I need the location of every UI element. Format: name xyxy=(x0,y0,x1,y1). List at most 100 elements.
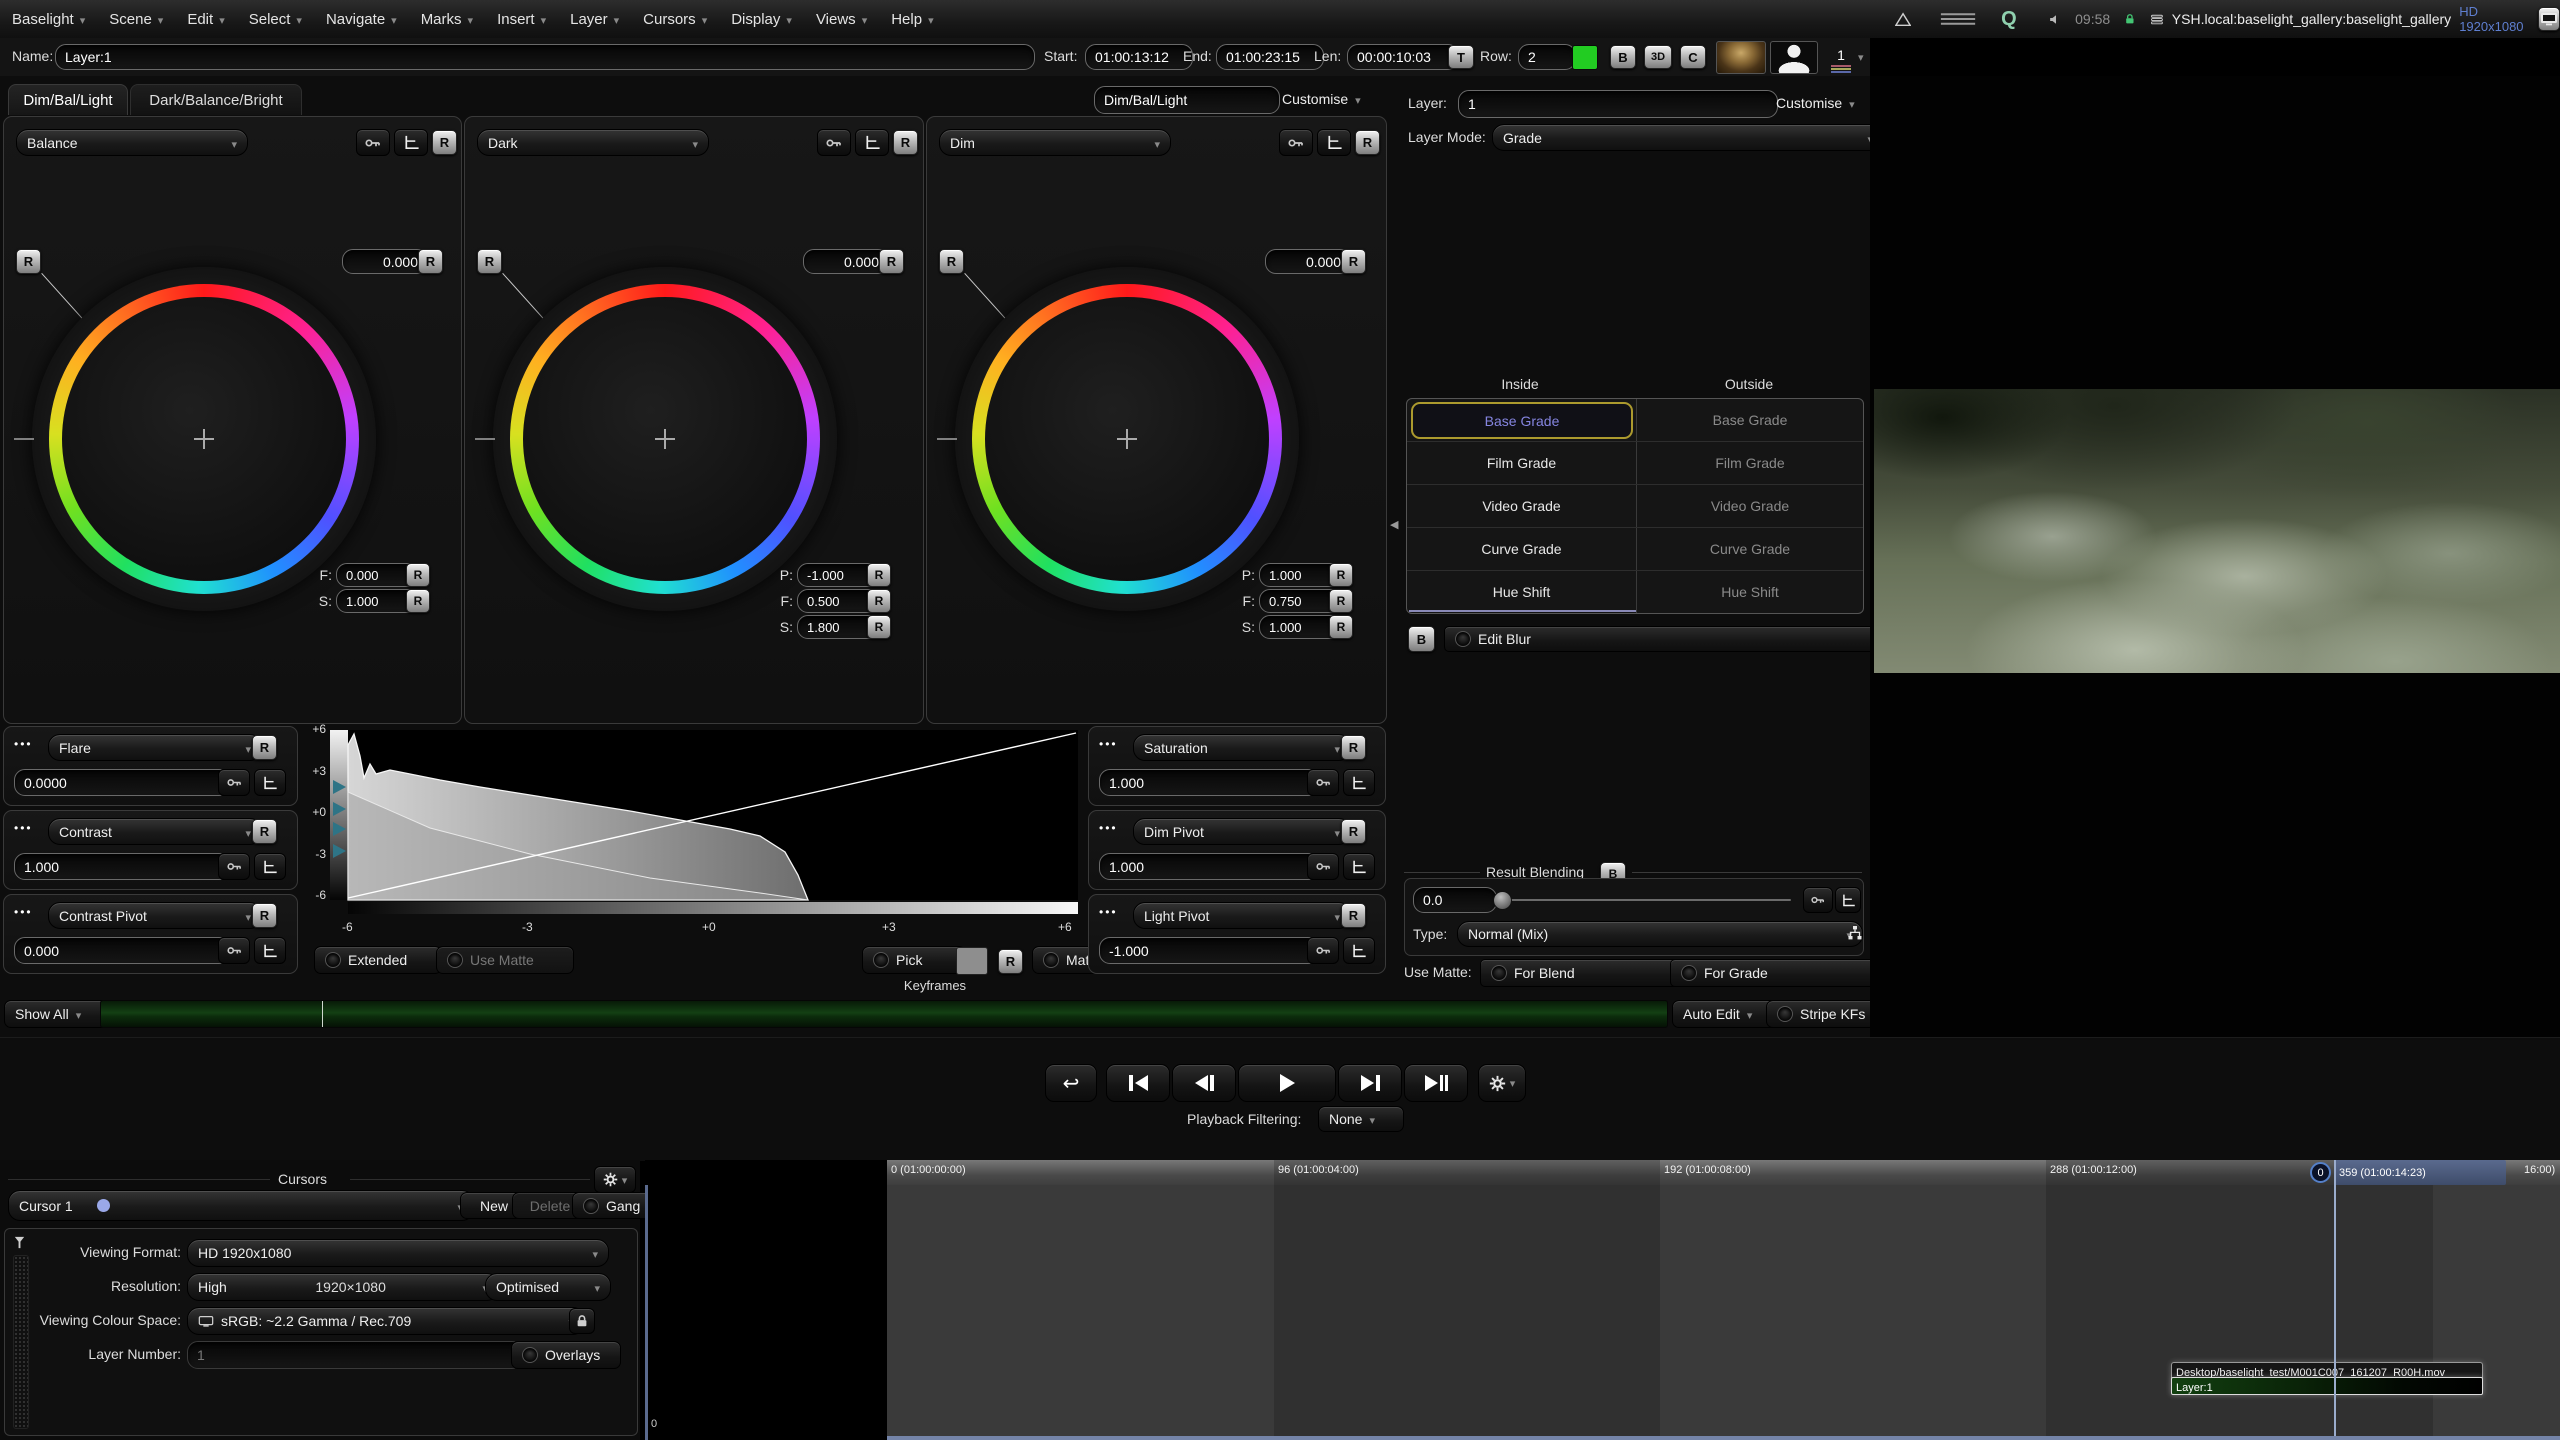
cache-button[interactable]: C xyxy=(1680,45,1706,69)
tab-dark-balance-bright[interactable]: Dark/Balance/Bright xyxy=(130,84,302,115)
key-button[interactable] xyxy=(1307,937,1339,964)
keyframes-playhead[interactable] xyxy=(322,1001,323,1027)
menu-edit[interactable]: Edit xyxy=(175,11,236,28)
reset-button[interactable]: R xyxy=(1341,735,1366,760)
speaker-icon[interactable] xyxy=(2049,12,2061,27)
reset-button[interactable]: R xyxy=(1341,903,1366,928)
grade-outside-hue[interactable]: Hue Shift xyxy=(1637,571,1863,612)
wheel-mode-select[interactable]: Dark xyxy=(477,129,709,156)
param-reset[interactable]: R xyxy=(406,563,430,587)
key-button[interactable] xyxy=(1307,769,1339,796)
clip-layer-bar[interactable]: Layer:1 xyxy=(2171,1377,2483,1395)
gallery-thumb[interactable] xyxy=(1716,41,1766,74)
row-input[interactable]: 2 xyxy=(1518,44,1576,70)
overlays-toggle[interactable]: Overlays xyxy=(511,1341,621,1369)
param-reset[interactable]: R xyxy=(406,589,430,613)
optimised-select[interactable]: Optimised xyxy=(485,1273,611,1301)
prev-frame-button[interactable] xyxy=(1172,1064,1236,1102)
param-value-field[interactable]: 1.000 xyxy=(1099,853,1319,880)
key-button[interactable] xyxy=(356,129,390,156)
strength-dots[interactable]: ••• xyxy=(1099,821,1118,835)
grade-outside-video[interactable]: Video Grade xyxy=(1637,485,1863,527)
reset-button[interactable]: R xyxy=(1355,130,1380,155)
tab-dim-bal-light[interactable]: Dim/Bal/Light xyxy=(8,84,128,115)
panel-collapse-arrow[interactable]: ◀ xyxy=(1390,518,1398,531)
param-select[interactable]: Light Pivot xyxy=(1133,902,1351,929)
menu-baselight[interactable]: Baselight xyxy=(0,11,97,28)
len-input[interactable]: 00:00:10:03 xyxy=(1347,44,1459,70)
pick-reset-button[interactable]: R xyxy=(998,949,1023,974)
param-reset[interactable]: R xyxy=(867,589,891,613)
curve-button[interactable] xyxy=(855,129,889,156)
grade-inside-curve[interactable]: Curve Grade xyxy=(1407,528,1636,570)
grade-inside-hue[interactable]: Hue Shift xyxy=(1407,571,1636,612)
blend-value-field[interactable]: 0.0 xyxy=(1413,887,1497,913)
viewing-format-select[interactable]: HD 1920x1080 xyxy=(187,1239,609,1267)
reset-button[interactable]: R xyxy=(252,735,277,760)
wheel-reset-button[interactable]: R xyxy=(16,249,41,274)
layer-number-field[interactable]: 1 xyxy=(1458,90,1778,118)
curve-button[interactable] xyxy=(254,769,286,796)
key-button[interactable] xyxy=(218,769,250,796)
blur-button[interactable]: B xyxy=(1610,45,1636,69)
wheel-mode-select[interactable]: Balance xyxy=(16,129,248,156)
menu-select[interactable]: Select xyxy=(237,11,314,28)
timeline-vscroll[interactable] xyxy=(645,1185,648,1440)
pick-color-swatch[interactable] xyxy=(956,947,988,975)
stripe-kfs-toggle[interactable]: Stripe KFs xyxy=(1766,1000,1886,1028)
grade-outside-film[interactable]: Film Grade xyxy=(1637,442,1863,484)
monitor-button[interactable] xyxy=(2538,7,2560,31)
curve-button[interactable] xyxy=(254,853,286,880)
pick-toggle[interactable]: Pick xyxy=(862,946,966,974)
pin-icon[interactable] xyxy=(12,1235,27,1250)
play-button[interactable] xyxy=(1238,1064,1336,1102)
menu-marks[interactable]: Marks xyxy=(409,11,485,28)
stereo-button[interactable]: 3D xyxy=(1644,45,1672,69)
blend-type-select[interactable]: Normal (Mix) xyxy=(1457,921,1863,947)
next-frame-button[interactable] xyxy=(1338,1064,1402,1102)
reset-button[interactable]: R xyxy=(1341,819,1366,844)
cursor-badge[interactable]: 0 xyxy=(2310,1162,2331,1183)
edit-blur-toggle[interactable]: Edit Blur xyxy=(1444,626,1882,652)
param-value-field[interactable]: 0.000 xyxy=(14,937,230,964)
wheel-value-field[interactable]: 0.000 xyxy=(342,249,428,274)
layer-badge-chevron[interactable] xyxy=(1858,48,1864,66)
strength-dots[interactable]: ••• xyxy=(14,737,33,751)
resolution-select[interactable]: High1920×1080 xyxy=(187,1273,499,1301)
reset-button[interactable]: R xyxy=(252,819,277,844)
menu-help[interactable]: Help xyxy=(879,11,945,28)
goto-start-button[interactable] xyxy=(1106,1064,1170,1102)
strip-customise-button[interactable]: Customise xyxy=(1272,86,1400,112)
param-select[interactable]: Contrast Pivot xyxy=(48,902,262,929)
goto-end-button[interactable] xyxy=(1404,1064,1468,1102)
cursors-settings-button[interactable] xyxy=(594,1166,636,1193)
wheel-reset-button[interactable]: R xyxy=(939,249,964,274)
strip-name-field[interactable]: Dim/Bal/Light xyxy=(1094,86,1280,114)
param-reset[interactable]: R xyxy=(1329,563,1353,587)
layer-customise-button[interactable]: Customise xyxy=(1766,90,1882,116)
param-select[interactable]: Contrast xyxy=(48,818,262,845)
curve-button[interactable] xyxy=(1317,129,1351,156)
menu-cursors[interactable]: Cursors xyxy=(631,11,719,28)
playback-settings-button[interactable] xyxy=(1478,1064,1526,1102)
key-button[interactable] xyxy=(218,853,250,880)
row-color-swatch[interactable] xyxy=(1572,45,1598,70)
strength-dots[interactable]: ••• xyxy=(14,905,33,919)
curve-button[interactable] xyxy=(1835,887,1861,913)
menu-scene[interactable]: Scene xyxy=(97,11,175,28)
extended-toggle[interactable]: Extended xyxy=(314,946,442,974)
current-frame-box[interactable]: 359 (01:00:14:23) xyxy=(2334,1160,2506,1185)
param-value-field[interactable]: 1.000 xyxy=(14,853,230,880)
timeline-playhead[interactable] xyxy=(2334,1160,2336,1440)
key-button[interactable] xyxy=(218,937,250,964)
reset-button[interactable]: R xyxy=(432,130,457,155)
start-input[interactable]: 01:00:13:12 xyxy=(1085,44,1193,70)
param-reset[interactable]: R xyxy=(867,615,891,639)
param-select[interactable]: Dim Pivot xyxy=(1133,818,1351,845)
value-reset-button[interactable]: R xyxy=(879,249,904,274)
param-select[interactable]: Saturation xyxy=(1133,734,1351,761)
strength-dots[interactable]: ••• xyxy=(1099,737,1118,751)
clip-file-bar[interactable]: Desktop/baselight_test/M001C007_161207_R… xyxy=(2171,1362,2483,1378)
wheel-reset-button[interactable]: R xyxy=(477,249,502,274)
layer-badge-button[interactable]: 1 xyxy=(1824,41,1858,72)
